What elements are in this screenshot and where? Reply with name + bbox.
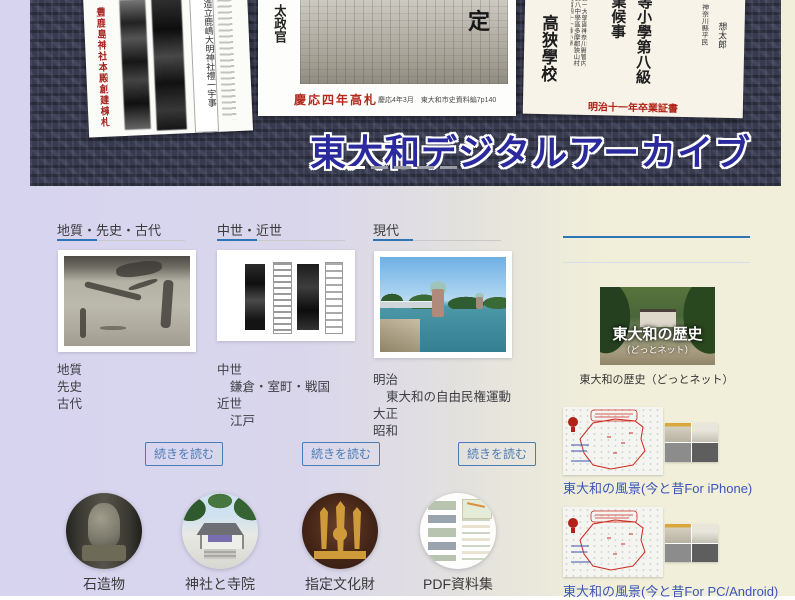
nav-label-stone-objects[interactable]: 石造物 — [44, 574, 164, 594]
link-taisho[interactable]: 大正 — [373, 406, 511, 423]
history-banner-caption: 東大和の歴史（どっとネット） — [563, 371, 750, 387]
nav-image-stone-objects[interactable] — [66, 493, 142, 569]
carousel-dot-active[interactable] — [348, 166, 365, 169]
scenery-map-image[interactable] — [563, 407, 663, 475]
tablet-rubbing-image — [151, 0, 187, 131]
section-links-ancient: 地質 先史 古代 — [57, 362, 82, 413]
document-transcription: 造立鹿嶋大明神社禮一宇事 — [189, 0, 219, 133]
document-red-caption: 慶応四年高札 — [294, 91, 378, 108]
heading-underline — [57, 239, 185, 241]
tablet-rubbing-image — [119, 0, 151, 130]
nav-image-shrines-temples[interactable] — [182, 493, 258, 569]
nav-label-cultural-properties[interactable]: 指定文化財 — [280, 574, 400, 594]
lake-photo[interactable] — [374, 251, 512, 358]
section-heading-ancient: 地質・先史・古代 — [57, 220, 161, 239]
sidebar-link-scenery-iphone[interactable]: 東大和の風景(今と昔For iPhone) — [563, 478, 752, 497]
link-prehistory[interactable]: 先史 — [57, 379, 82, 396]
carousel-dot[interactable] — [440, 166, 457, 169]
nav-image-cultural-properties[interactable] — [302, 493, 378, 569]
scenery-map-image[interactable] — [563, 507, 663, 577]
link-jiyuminken[interactable]: 東大和の自由民権運動 — [373, 389, 511, 406]
carousel-dot[interactable] — [371, 166, 388, 169]
section-heading-medieval: 中世・近世 — [217, 220, 282, 239]
nav-image-pdf-materials[interactable] — [420, 493, 496, 569]
banner-title: 東大和の歴史 — [600, 323, 715, 344]
read-more-button[interactable]: 続きを読む — [145, 442, 223, 466]
link-geology[interactable]: 地質 — [57, 362, 82, 379]
carousel-dot[interactable] — [417, 166, 434, 169]
document-source-note: 慶応4年3月 東大和市史資料編7p140 — [378, 95, 496, 105]
history-site-banner[interactable]: 東大和の歴史 （どっとネット） — [600, 287, 715, 365]
link-kinsei[interactable]: 近世 — [217, 396, 330, 413]
document-red-caption: 明治十一年卒業証書 — [523, 97, 743, 117]
heading-underline — [373, 239, 501, 241]
link-kodai[interactable]: 古代 — [57, 396, 82, 413]
hero-carousel: 豊鹿島神社本殿創建棟札 造立鹿嶋大明神社禮一宇事 太政官 定 慶応四年高札 慶応… — [30, 0, 781, 186]
certificate-column: 等小學第八級 — [633, 0, 652, 108]
excavation-photo[interactable] — [58, 250, 196, 352]
link-chusei[interactable]: 中世 — [217, 362, 330, 379]
link-showa[interactable]: 昭和 — [373, 423, 511, 440]
hero-document-munafuda: 豊鹿島神社本殿創建棟札 造立鹿嶋大明神社禮一宇事 — [83, 0, 253, 138]
link-kamakura-muromachi-sengoku[interactable]: 鎌倉・室町・戦国 — [217, 379, 330, 396]
certificate-column: 業候事 — [608, 0, 626, 56]
read-more-button[interactable]: 続きを読む — [458, 442, 536, 466]
scenery-photo-collage[interactable] — [665, 524, 718, 562]
section-links-medieval: 中世 鎌倉・室町・戦国 近世 江戸 — [217, 362, 330, 430]
tablets-photo[interactable] — [217, 250, 355, 341]
kosatsu-side-label: 太政官 — [272, 4, 286, 80]
carousel-dots — [348, 166, 457, 169]
certificate-holder-origin: 神奈川縣平民 — [700, 3, 709, 73]
nav-label-pdf-materials[interactable]: PDF資料集 — [398, 574, 518, 594]
section-links-modern: 明治 東大和の自由民権運動 大正 昭和 — [373, 372, 511, 440]
carousel-dot[interactable] — [394, 166, 411, 169]
hero-document-certificate: 高狹學校 第一大學區神奈川縣管内第八中學區多摩郡狹山村第百四十一番小學 業候事 … — [523, 0, 746, 118]
link-meiji[interactable]: 明治 — [373, 372, 511, 389]
city-map-graphic — [563, 507, 663, 577]
nav-label-shrines-temples[interactable]: 神社と寺院 — [160, 574, 280, 594]
page: 豊鹿島神社本殿創建棟札 造立鹿嶋大明神社禮一宇事 太政官 定 慶応四年高札 慶応… — [0, 0, 795, 596]
heading-underline — [217, 239, 345, 241]
document-fine-print — [217, 0, 236, 120]
hero-document-kosatsu: 太政官 定 慶応四年高札 慶応4年3月 東大和市史資料編7p140 — [258, 0, 516, 116]
certificate-holder-name: 想太郎 — [715, 22, 726, 82]
scenery-photo-collage[interactable] — [665, 423, 718, 462]
link-edo[interactable]: 江戸 — [217, 413, 330, 430]
read-more-button[interactable]: 続きを読む — [302, 442, 380, 466]
banner-subtitle: （どっとネット） — [600, 343, 715, 356]
certificate-address: 第一大學區神奈川縣管内第八中學區多摩郡狹山村第百四十一番小學 — [570, 0, 588, 69]
sidebar-heading-rule — [563, 236, 750, 238]
kosatsu-big-character: 定 — [468, 4, 490, 36]
certificate-school-name: 高狹學校 — [537, 14, 558, 110]
sidebar-divider — [563, 262, 750, 263]
sidebar-link-scenery-pc-android[interactable]: 東大和の風景(今と昔For PC/Android) — [563, 581, 778, 600]
section-heading-modern: 現代 — [373, 220, 399, 239]
city-map-graphic — [563, 407, 663, 475]
document-red-caption: 豊鹿島神社本殿創建棟札 — [93, 7, 109, 131]
